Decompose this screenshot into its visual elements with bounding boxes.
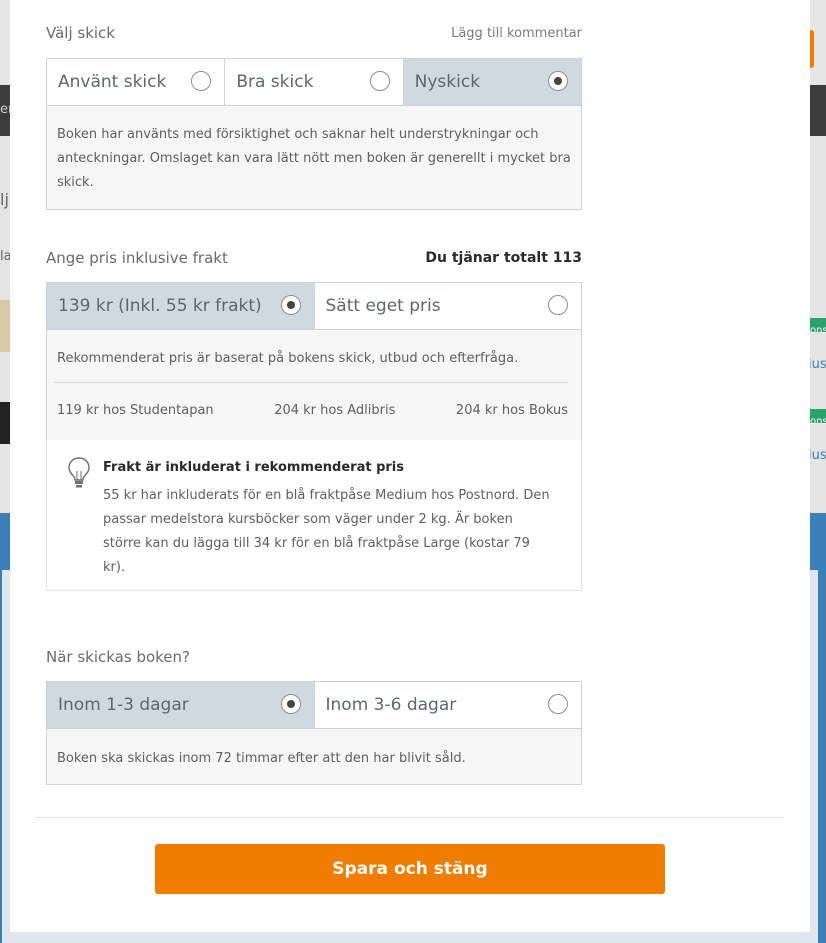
radio-button[interactable] <box>548 295 568 315</box>
condition-option-label: Nyskick <box>414 72 481 92</box>
shipping-option-label: Inom 1-3 dagar <box>58 695 189 715</box>
radio-button[interactable] <box>369 71 390 91</box>
shipping-title: När skickas boken? <box>46 648 191 666</box>
condition-option-label: Använt skick <box>58 72 167 92</box>
background-badge: ons <box>808 409 826 427</box>
shipping-box: Inom 1-3 dagar Inom 3-6 dagar Boken ska … <box>46 681 582 785</box>
background-text: la <box>0 249 10 264</box>
price-comparison-adlibris: 204 kr hos Adlibris <box>274 403 396 418</box>
shipping-info-title: Frakt är inkluderat i rekommenderat pris <box>103 460 404 475</box>
condition-option-used[interactable]: Använt skick <box>47 59 226 105</box>
background-badge: ons <box>808 318 826 336</box>
radio-button-selected[interactable] <box>547 71 568 91</box>
shipping-header: När skickas boken? <box>46 647 582 667</box>
background-book-thumbnail <box>0 300 10 352</box>
price-title: Ange pris inklusive frakt <box>46 249 228 267</box>
background-link: ius <box>808 357 826 369</box>
background-text: er <box>0 102 10 117</box>
condition-title: Välj skick <box>46 24 115 42</box>
price-header: Ange pris inklusive frakt Du tjänar tota… <box>46 248 582 268</box>
background-badge-text: ons <box>810 416 826 427</box>
radio-button[interactable] <box>548 694 568 714</box>
price-comparison-bokus: 204 kr hos Bokus <box>455 403 568 418</box>
radio-button-selected[interactable] <box>280 694 301 714</box>
price-comparison-studentapan: 119 kr hos Studentapan <box>57 403 214 418</box>
save-and-close-button[interactable]: Spara och stäng <box>155 844 665 894</box>
add-comment-link[interactable]: Lägg till kommentar <box>451 26 582 41</box>
footer-divider <box>36 817 784 818</box>
price-description: Rekommenderat pris är baserat på bokens … <box>57 351 519 366</box>
condition-header: Välj skick Lägg till kommentar <box>46 23 582 43</box>
price-comparisons: 119 kr hos Studentapan 204 kr hos Adlibr… <box>54 382 568 438</box>
radio-button[interactable] <box>191 71 212 91</box>
sell-book-modal: Välj skick Lägg till kommentar Använt sk… <box>10 0 810 932</box>
price-option-custom[interactable]: Sätt eget pris <box>314 283 581 329</box>
condition-description: Boken har använts med försiktighet och s… <box>57 127 571 190</box>
condition-box: Använt skick Bra skick Nyskick Boken har… <box>46 58 582 210</box>
earnings-total: Du tjänar totalt 113 <box>425 250 582 266</box>
lightbulb-icon <box>68 457 90 488</box>
shipping-description: Boken ska skickas inom 72 timmar efter a… <box>57 751 466 766</box>
price-box: 139 kr (Inkl. 55 kr frakt) Sätt eget pri… <box>46 282 582 441</box>
background-link: ius <box>808 448 826 460</box>
radio-button-selected[interactable] <box>280 295 301 315</box>
price-options: 139 kr (Inkl. 55 kr frakt) Sätt eget pri… <box>47 283 581 330</box>
background-badge-text: ons <box>810 325 826 336</box>
shipping-options: Inom 1-3 dagar Inom 3-6 dagar <box>47 682 581 729</box>
condition-options: Använt skick Bra skick Nyskick <box>47 59 581 106</box>
price-option-recommended[interactable]: 139 kr (Inkl. 55 kr frakt) <box>47 283 315 329</box>
price-option-label: Sätt eget pris <box>325 296 441 316</box>
condition-option-label: Bra skick <box>236 72 314 92</box>
condition-option-good[interactable]: Bra skick <box>225 59 404 105</box>
condition-option-new[interactable]: Nyskick <box>403 59 581 105</box>
price-option-label: 139 kr (Inkl. 55 kr frakt) <box>58 296 262 316</box>
shipping-option-label: Inom 3-6 dagar <box>325 695 457 715</box>
shipping-info-body: 55 kr har inkluderats för en blå fraktpå… <box>103 488 550 575</box>
background-book-thumbnail <box>0 402 10 444</box>
shipping-option-3-6-days[interactable]: Inom 3-6 dagar <box>314 682 581 728</box>
shipping-option-1-3-days[interactable]: Inom 1-3 dagar <box>47 682 315 728</box>
background-text: lj <box>0 190 9 209</box>
shipping-info-box: Frakt är inkluderat i rekommenderat pris… <box>46 440 582 591</box>
